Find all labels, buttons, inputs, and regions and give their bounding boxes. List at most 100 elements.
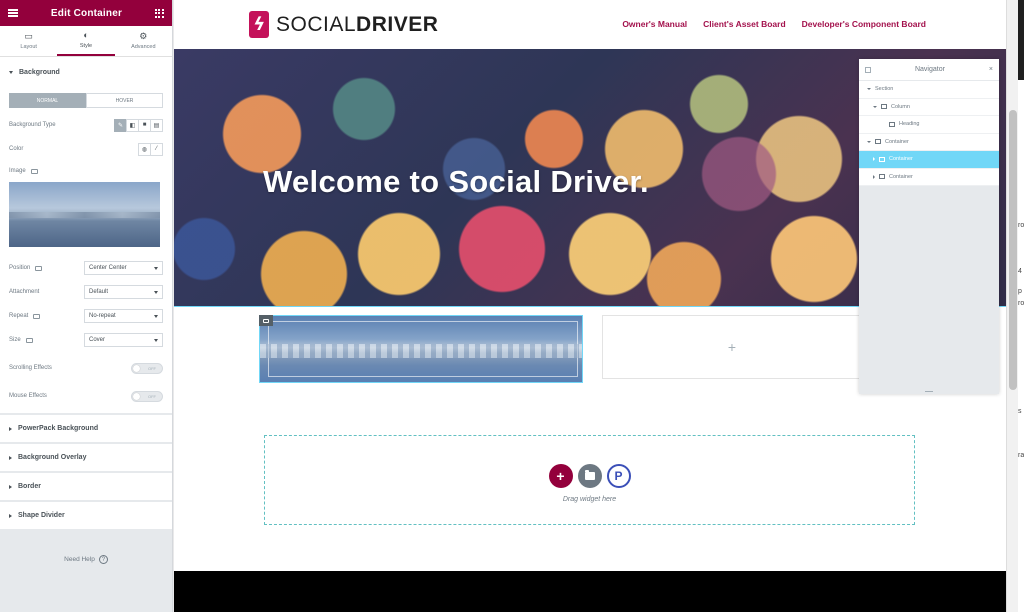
section-title: Border (18, 483, 41, 490)
scrollbar-thumb[interactable] (1009, 110, 1017, 390)
repeat-label: Repeat (9, 313, 29, 319)
widgets-grid-icon[interactable] (154, 8, 164, 18)
responsive-desktop-icon[interactable] (30, 168, 38, 174)
chevron-down-icon (154, 266, 158, 270)
section-background-overlay[interactable]: Background Overlay (0, 444, 172, 471)
attachment-control: Attachment Default (9, 285, 163, 299)
state-switcher: NORMAL HOVER (9, 93, 163, 108)
background-type-control: Background Type ✎ ◧ ■ ▤ (9, 118, 163, 132)
nav-owners-manual[interactable]: Owner's Manual (622, 19, 687, 29)
empty-container[interactable]: + (602, 315, 862, 379)
canvas-scrollbar[interactable] (1006, 0, 1018, 612)
tab-layout[interactable]: ▭ Layout (0, 26, 57, 56)
image-label: Image (9, 168, 26, 174)
section-border[interactable]: Border (0, 473, 172, 500)
widget-drop-zone[interactable]: + P Drag widget here (264, 435, 915, 525)
background-section-title: Background (19, 68, 60, 76)
expand-all-icon[interactable] (865, 66, 871, 73)
plus-icon[interactable]: + (728, 339, 736, 355)
navigator-item-heading[interactable]: Heading (859, 116, 999, 134)
resize-handle[interactable] (925, 391, 933, 392)
panel-header: Edit Container (0, 0, 172, 26)
position-select[interactable]: Center Center (84, 261, 163, 275)
add-template-button[interactable] (577, 463, 602, 488)
navigator-item-label: Container (889, 173, 913, 180)
tab-style[interactable]: ◐ Style (57, 26, 115, 56)
element-type-icon (875, 139, 881, 145)
size-select[interactable]: Cover (84, 333, 163, 347)
gear-icon: ⚙ (139, 31, 148, 41)
navigator-item-container[interactable]: Container (859, 151, 999, 169)
toggle-off-text: OFF (148, 365, 156, 371)
edge-text: ro (1018, 300, 1024, 307)
section-title: PowerPack Background (18, 425, 99, 432)
caret-right-icon[interactable] (873, 157, 875, 162)
navigator-tree: Section Column Heading Container Container Co… (859, 81, 999, 186)
repeat-value: No-repeat (89, 313, 116, 319)
position-label: Position (9, 265, 31, 271)
navigator-item-container[interactable]: Container (859, 133, 999, 151)
background-section-header[interactable]: Background (9, 57, 163, 87)
element-handle-icon (263, 318, 269, 323)
navigator-item-container[interactable]: Container (859, 168, 999, 186)
repeat-select[interactable]: No-repeat (84, 309, 163, 323)
image-control: Image (9, 164, 163, 178)
logo-prefix: SOCIAL (276, 12, 357, 36)
attachment-select[interactable]: Default (84, 285, 163, 299)
color-control: Color ◍ ⁄ (9, 142, 163, 156)
close-icon[interactable]: × (989, 66, 993, 73)
plus-icon: + (556, 467, 565, 484)
responsive-desktop-icon[interactable] (35, 265, 43, 271)
section-shape-divider[interactable]: Shape Divider (0, 502, 172, 529)
position-control: Position Center Center (9, 261, 163, 275)
editor-panel: Edit Container ▭ Layout ◐ Style ⚙ Advanc… (0, 0, 173, 612)
need-help-link[interactable]: Need Help ? (0, 555, 172, 564)
state-normal-tab[interactable]: NORMAL (9, 93, 86, 108)
question-mark-icon: ? (98, 555, 108, 564)
background-image-preview[interactable] (9, 182, 160, 247)
navigator-item-column[interactable]: Column (859, 98, 999, 116)
navigator-panel[interactable]: Navigator × Section Column Heading Containe… (859, 59, 999, 394)
caret-down-icon[interactable] (867, 140, 871, 143)
nav-clients-asset-board[interactable]: Client's Asset Board (703, 19, 785, 29)
responsive-desktop-icon[interactable] (25, 337, 33, 343)
state-hover-tab[interactable]: HOVER (86, 93, 163, 108)
attachment-value: Default (89, 289, 109, 295)
caret-down-icon[interactable] (867, 88, 871, 91)
caret-right-icon[interactable] (873, 174, 875, 179)
edge-text: 4 (1018, 268, 1022, 275)
drop-zone-text: Drag widget here (562, 495, 617, 503)
panel-body: Background NORMAL HOVER Background Type … (0, 57, 172, 529)
powerpack-templates-button[interactable]: P (606, 463, 631, 488)
tab-advanced[interactable]: ⚙ Advanced (115, 26, 172, 56)
chevron-down-icon (154, 314, 158, 318)
caret-down-icon[interactable] (873, 105, 877, 108)
navigator-title: Navigator (914, 66, 945, 73)
navigator-header[interactable]: Navigator × (859, 59, 999, 81)
selected-container-image[interactable] (259, 315, 583, 383)
site-header: ϟ SOCIALDRIVER Owner's Manual Client's A… (174, 0, 1006, 49)
position-label-wrap: Position (9, 265, 43, 271)
element-type-icon (879, 174, 885, 180)
caret-down-icon (9, 70, 13, 74)
scrolling-effects-toggle[interactable]: OFF (131, 362, 163, 374)
responsive-desktop-icon[interactable] (33, 313, 41, 319)
mouse-effects-toggle[interactable]: OFF (131, 390, 163, 402)
section-powerpack-background[interactable]: PowerPack Background (0, 415, 172, 442)
site-footer (174, 571, 1006, 612)
element-type-icon (879, 156, 885, 162)
navigator-item-section[interactable]: Section (859, 81, 999, 99)
size-value: Cover (89, 337, 106, 343)
site-nav: Owner's Manual Client's Asset Board Deve… (622, 19, 926, 29)
color-picker-icon[interactable]: ⁄ (150, 142, 163, 156)
nav-developers-component-board[interactable]: Developer's Component Board (802, 19, 926, 29)
navigator-item-label: Section (875, 86, 894, 93)
chevron-down-icon (154, 290, 158, 294)
size-label: Size (9, 337, 21, 343)
hero-heading[interactable]: Welcome to Social Driver. (263, 164, 649, 200)
add-section-button[interactable]: + (548, 463, 573, 488)
container-edit-handle[interactable] (259, 315, 273, 326)
tab-advanced-label: Advanced (131, 44, 156, 50)
hamburger-menu-icon[interactable] (8, 9, 18, 17)
slideshow-icon[interactable]: ▤ (150, 118, 163, 132)
